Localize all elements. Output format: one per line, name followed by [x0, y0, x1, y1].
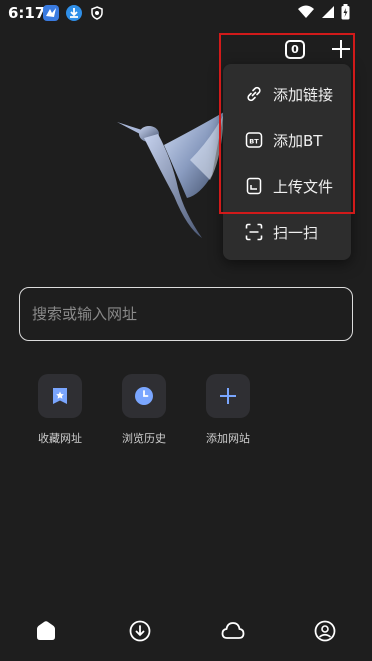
- menu-item-add-link[interactable]: 添加链接: [223, 71, 351, 117]
- shield-app-icon: [89, 5, 105, 21]
- history-clock-icon: [135, 387, 153, 405]
- battery-charging-icon: [341, 4, 350, 20]
- nav-home[interactable]: [33, 618, 59, 644]
- shortcut-tile[interactable]: [38, 374, 82, 418]
- file-icon: [246, 177, 262, 195]
- profile-icon: [314, 620, 336, 642]
- shortcut-add-site[interactable]: 添加网站: [193, 374, 263, 446]
- bt-icon: BT: [245, 132, 263, 148]
- plus-icon: [220, 388, 236, 404]
- plus-icon: [332, 40, 350, 58]
- shortcut-tile[interactable]: [122, 374, 166, 418]
- nav-cloud[interactable]: [220, 618, 246, 644]
- nav-profile[interactable]: [312, 618, 338, 644]
- download-app-icon: [66, 5, 82, 21]
- menu-item-scan[interactable]: 扫一扫: [223, 209, 351, 255]
- cloud-icon: [221, 622, 245, 639]
- shortcut-label: 添加网站: [206, 432, 250, 445]
- home-icon: [37, 621, 55, 640]
- menu-item-add-bt[interactable]: BT 添加BT: [223, 117, 351, 163]
- download-icon: [129, 620, 151, 642]
- menu-item-label: 添加链接: [273, 85, 334, 104]
- status-bar: 6:17: [0, 0, 372, 26]
- link-icon: [247, 86, 261, 102]
- status-time: 6:17: [8, 4, 46, 22]
- tab-count-button[interactable]: 0: [285, 40, 305, 59]
- status-indicators: [297, 4, 350, 20]
- shortcut-label: 收藏网址: [38, 432, 82, 445]
- signal-icon: [322, 6, 334, 18]
- bookmark-icon: [53, 388, 67, 404]
- shortcut-history[interactable]: 浏览历史: [109, 374, 179, 446]
- menu-item-upload-file[interactable]: 上传文件: [223, 163, 351, 209]
- scan-icon: [245, 223, 263, 241]
- shortcut-label: 浏览历史: [122, 432, 166, 445]
- menu-item-label: 添加BT: [273, 131, 323, 150]
- menu-item-label: 扫一扫: [273, 223, 319, 242]
- bottom-nav: [0, 612, 372, 652]
- top-actions: 0: [283, 39, 353, 61]
- svg-text:BT: BT: [249, 137, 259, 145]
- shortcut-tile[interactable]: [206, 374, 250, 418]
- wifi-icon: [298, 5, 314, 18]
- menu-item-label: 上传文件: [273, 177, 334, 196]
- add-tab-button[interactable]: [331, 39, 351, 59]
- bird-app-icon: [43, 5, 59, 21]
- search-input[interactable]: [19, 287, 353, 341]
- nav-downloads[interactable]: [127, 618, 153, 644]
- add-menu-popup: 添加链接 BT 添加BT 上传文件 扫一扫: [223, 64, 351, 260]
- shortcut-bookmarks[interactable]: 收藏网址: [25, 374, 95, 446]
